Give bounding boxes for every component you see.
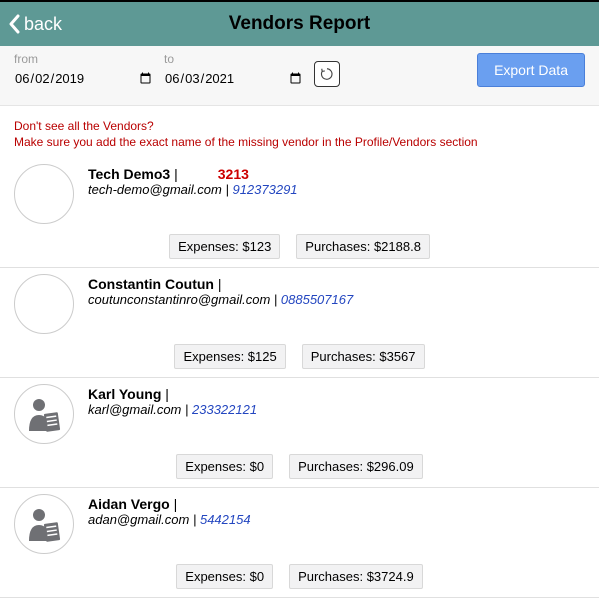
vendor-phone: 5442154 [200,512,251,527]
purchases-badge: Purchases: $2188.8 [296,234,430,259]
vendor-name-text: Karl Young [88,386,161,402]
vendor-phone: 0885507167 [281,292,353,307]
vendor-contact: karl@gmail.com | 233322121 [88,402,585,419]
top-bar: back Vendors Report [0,0,599,46]
separator: | [161,386,169,402]
date-from-input[interactable] [14,68,154,89]
purchases-badge: Purchases: $3724.9 [289,564,423,589]
vendor-avatar [14,164,74,224]
vendor-list: Tech Demo3 |3213tech-demo@gmail.com | 91… [0,158,599,598]
separator: | [214,276,222,292]
vendor-head: Aidan Vergo |adan@gmail.com | 5442154 [14,494,585,554]
vendor-name-text: Aidan Vergo [88,496,170,512]
vendor-name: Karl Young | [88,386,585,402]
vendor-head: Karl Young |karl@gmail.com | 233322121 [14,384,585,444]
refresh-button[interactable] [314,61,340,87]
chevron-left-icon [8,14,22,34]
vendor-email: karl@gmail.com [88,402,181,417]
vendor-highlight: 3213 [178,166,249,182]
vendor-stats: Expenses: $125 Purchases: $3567 [14,334,585,375]
vendor-email: adan@gmail.com [88,512,189,527]
vendor-row[interactable]: Constantin Coutun |coutunconstantinro@gm… [0,268,599,378]
expenses-badge: Expenses: $125 [174,344,285,369]
export-button[interactable]: Export Data [477,53,585,87]
warning-message: Don't see all the Vendors? Make sure you… [0,106,599,158]
date-from-group: from [14,52,154,89]
expenses-badge: Expenses: $0 [176,564,273,589]
vendor-stats: Expenses: $123 Purchases: $2188.8 [14,224,585,265]
to-label: to [164,52,304,66]
vendor-info: Karl Young |karl@gmail.com | 233322121 [88,384,585,419]
vendor-name-text: Tech Demo3 [88,166,170,182]
vendor-avatar [14,274,74,334]
vendor-stats: Expenses: $0 Purchases: $3724.9 [14,554,585,595]
vendor-email: coutunconstantinro@gmail.com [88,292,270,307]
vendor-avatar [14,384,74,444]
purchases-badge: Purchases: $296.09 [289,454,423,479]
warning-line2: Make sure you add the exact name of the … [14,134,585,150]
vendor-row[interactable]: Tech Demo3 |3213tech-demo@gmail.com | 91… [0,158,599,268]
expenses-badge: Expenses: $123 [169,234,280,259]
back-button[interactable]: back [0,14,62,35]
vendor-name: Tech Demo3 |3213 [88,166,585,182]
expenses-badge: Expenses: $0 [176,454,273,479]
vendor-name: Aidan Vergo | [88,496,585,512]
filter-bar: from to Export Data [0,46,599,106]
vendor-info: Constantin Coutun |coutunconstantinro@gm… [88,274,585,309]
separator: | [170,496,178,512]
warning-line1: Don't see all the Vendors? [14,118,585,134]
date-to-group: to [164,52,304,89]
date-to-input[interactable] [164,68,304,89]
vendor-phone: 233322121 [192,402,257,417]
vendor-info: Aidan Vergo |adan@gmail.com | 5442154 [88,494,585,529]
back-label: back [24,14,62,35]
refresh-icon [320,67,334,81]
vendor-row[interactable]: Karl Young |karl@gmail.com | 233322121 Ex… [0,378,599,488]
vendor-contact: adan@gmail.com | 5442154 [88,512,585,529]
vendor-phone: 912373291 [232,182,297,197]
from-label: from [14,52,154,66]
vendor-contact: coutunconstantinro@gmail.com | 088550716… [88,292,585,309]
vendor-contact: tech-demo@gmail.com | 912373291 [88,182,585,199]
vendor-name: Constantin Coutun | [88,276,585,292]
vendor-name-text: Constantin Coutun [88,276,214,292]
vendor-info: Tech Demo3 |3213tech-demo@gmail.com | 91… [88,164,585,199]
page-title: Vendors Report [0,13,599,35]
separator: | [170,166,178,182]
vendor-head: Constantin Coutun |coutunconstantinro@gm… [14,274,585,334]
vendor-stats: Expenses: $0 Purchases: $296.09 [14,444,585,485]
vendor-head: Tech Demo3 |3213tech-demo@gmail.com | 91… [14,164,585,224]
purchases-badge: Purchases: $3567 [302,344,425,369]
vendor-avatar [14,494,74,554]
vendor-email: tech-demo@gmail.com [88,182,222,197]
vendor-row[interactable]: Aidan Vergo |adan@gmail.com | 5442154 Exp… [0,488,599,598]
